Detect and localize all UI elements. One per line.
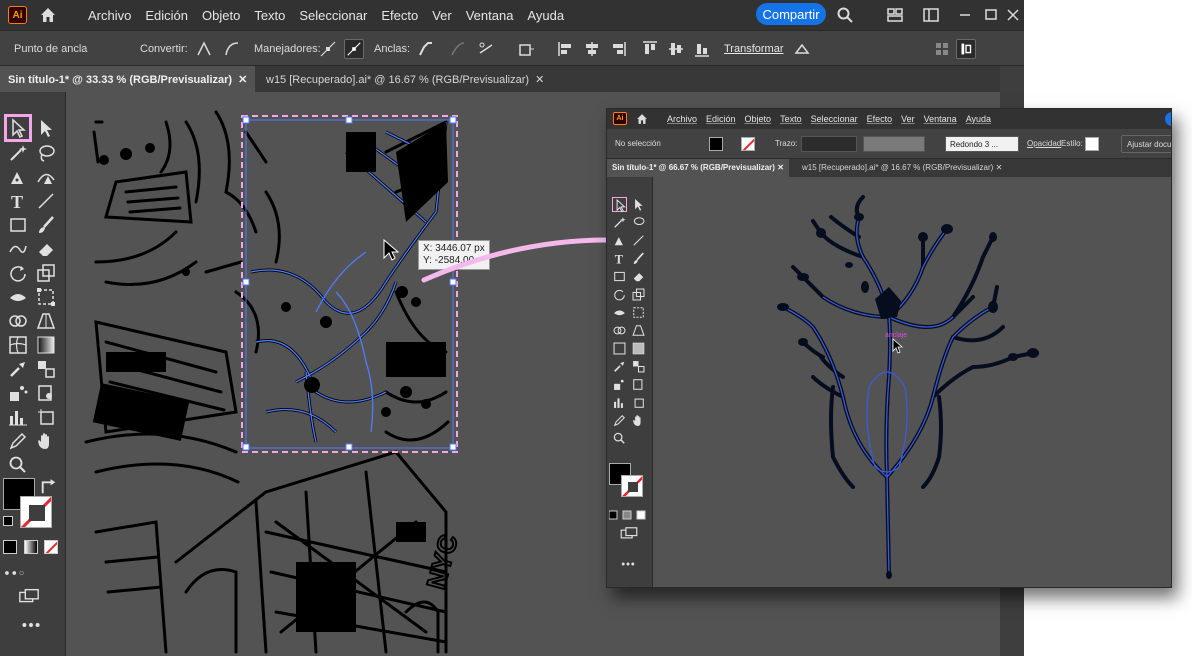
stroke-weight-field[interactable] [801,136,857,152]
inset-blend-icon[interactable] [631,359,646,374]
inset-tab-sin-titulo[interactable]: Sin título-1* @ 66.67 % (RGB/Previsualiz… [607,159,789,177]
inset-magic-wand-icon[interactable] [612,215,627,230]
brush-field[interactable]: Redondo 3 ... [945,136,1019,152]
inset-more-tools-icon[interactable] [620,555,636,566]
inset-menu-bar: Ai Archivo Edición Objeto Texto Seleccio… [607,109,1171,129]
style-swatch[interactable] [1085,137,1099,151]
inset-rotate-icon[interactable] [612,287,627,302]
style-label: Estilo: [1061,139,1083,148]
inset-window: Ai Archivo Edición Objeto Texto Seleccio… [606,108,1172,588]
stroke-label: Trazo: [775,139,798,148]
inset-menu-texto[interactable]: Texto [780,114,802,124]
branch-drawing: anclaje [777,195,1039,579]
inset-selection-tool-icon[interactable] [612,197,627,213]
inset-menu-objeto[interactable]: Objeto [745,114,772,124]
inset-stroke-swatch-large[interactable] [621,475,643,497]
inset-color-modes[interactable] [608,507,649,520]
inset-rectangle-icon[interactable] [612,269,627,284]
inset-line-icon[interactable] [631,233,646,248]
inset-lasso-icon[interactable] [631,215,646,230]
inset-symbol-icon[interactable] [612,377,627,392]
opacity-label[interactable]: Opacidad [1027,139,1061,148]
inset-tools-panel: T [607,177,653,587]
inset-share-button[interactable] [1165,112,1171,126]
inset-menus: Archivo Edición Objeto Texto Seleccionar… [667,109,1000,129]
screenshot-stage: Ai Archivo Edición Objeto Texto Seleccio… [0,0,1192,656]
inset-slice-icon[interactable] [631,377,646,392]
inset-mesh-icon[interactable] [612,341,627,356]
inset-eyedropper-icon[interactable] [612,359,627,374]
brush-label: Redondo 3 ... [950,140,999,149]
inset-graph-icon[interactable] [612,395,627,410]
inset-free-transform-icon[interactable] [631,305,646,320]
inset-scale-icon[interactable] [631,287,646,302]
inset-tab-w15[interactable]: w15 [Recuperado].ai* @ 16.67 % (RGB/Prev… [797,159,1007,177]
inset-gradient-icon[interactable] [631,341,646,356]
inset-shape-builder-icon[interactable] [612,323,627,338]
inset-menu-efecto[interactable]: Efecto [867,114,893,124]
inset-menu-edicion[interactable]: Edición [706,114,736,124]
inset-tab-label: w15 [Recuperado].ai* @ 16.67 % (RGB/Prev… [802,163,994,172]
inset-width-icon[interactable] [612,305,627,320]
inset-menu-ayuda[interactable]: Ayuda [966,114,991,124]
inset-control-bar: No selección Trazo: Redondo 3 ... Opacid… [607,129,1172,159]
inset-tab-close-icon[interactable]: ✕ [777,163,784,172]
anchor-hint-label: anclaje [885,332,907,339]
inset-canvas[interactable]: anclaje [653,177,1171,587]
fit-document-button[interactable]: Ajustar docu [1121,135,1172,153]
inset-home-icon[interactable] [635,112,649,126]
inset-type-icon[interactable]: T [612,251,627,266]
inset-menu-ventana[interactable]: Ventana [924,114,957,124]
inset-menu-ver[interactable]: Ver [901,114,915,124]
inset-document-tabs: Sin título-1* @ 66.67 % (RGB/Previsualiz… [607,159,1171,177]
inset-direct-selection-icon[interactable] [631,197,646,212]
no-selection-label: No selección [615,139,661,148]
fit-document-label: Ajustar docu [1127,140,1172,149]
svg-text:T: T [615,252,623,266]
inset-app-logo: Ai [613,112,627,125]
inset-pen-icon[interactable] [612,233,627,248]
inset-artboard-icon[interactable] [631,395,646,410]
inset-menu-archivo[interactable]: Archivo [667,114,697,124]
inset-tab-close-icon[interactable]: ✕ [996,163,1003,172]
inset-stroke-swatch[interactable] [741,137,755,151]
inset-tab-label: Sin título-1* @ 66.67 % (RGB/Previsualiz… [612,163,775,172]
inset-screen-mode-icon[interactable] [619,527,639,541]
inset-perspective-icon[interactable] [631,323,646,338]
inset-cursor-icon [892,338,904,354]
inset-menu-seleccionar[interactable]: Seleccionar [811,114,858,124]
inset-zoom-icon[interactable] [612,431,627,446]
inset-eraser-icon[interactable] [631,269,646,284]
variable-width-field[interactable] [863,136,925,152]
inset-fill-swatch[interactable] [709,137,723,151]
inset-pencil-icon[interactable] [612,413,627,428]
inset-paintbrush-icon[interactable] [631,251,646,266]
inset-hand-icon[interactable] [631,413,646,428]
